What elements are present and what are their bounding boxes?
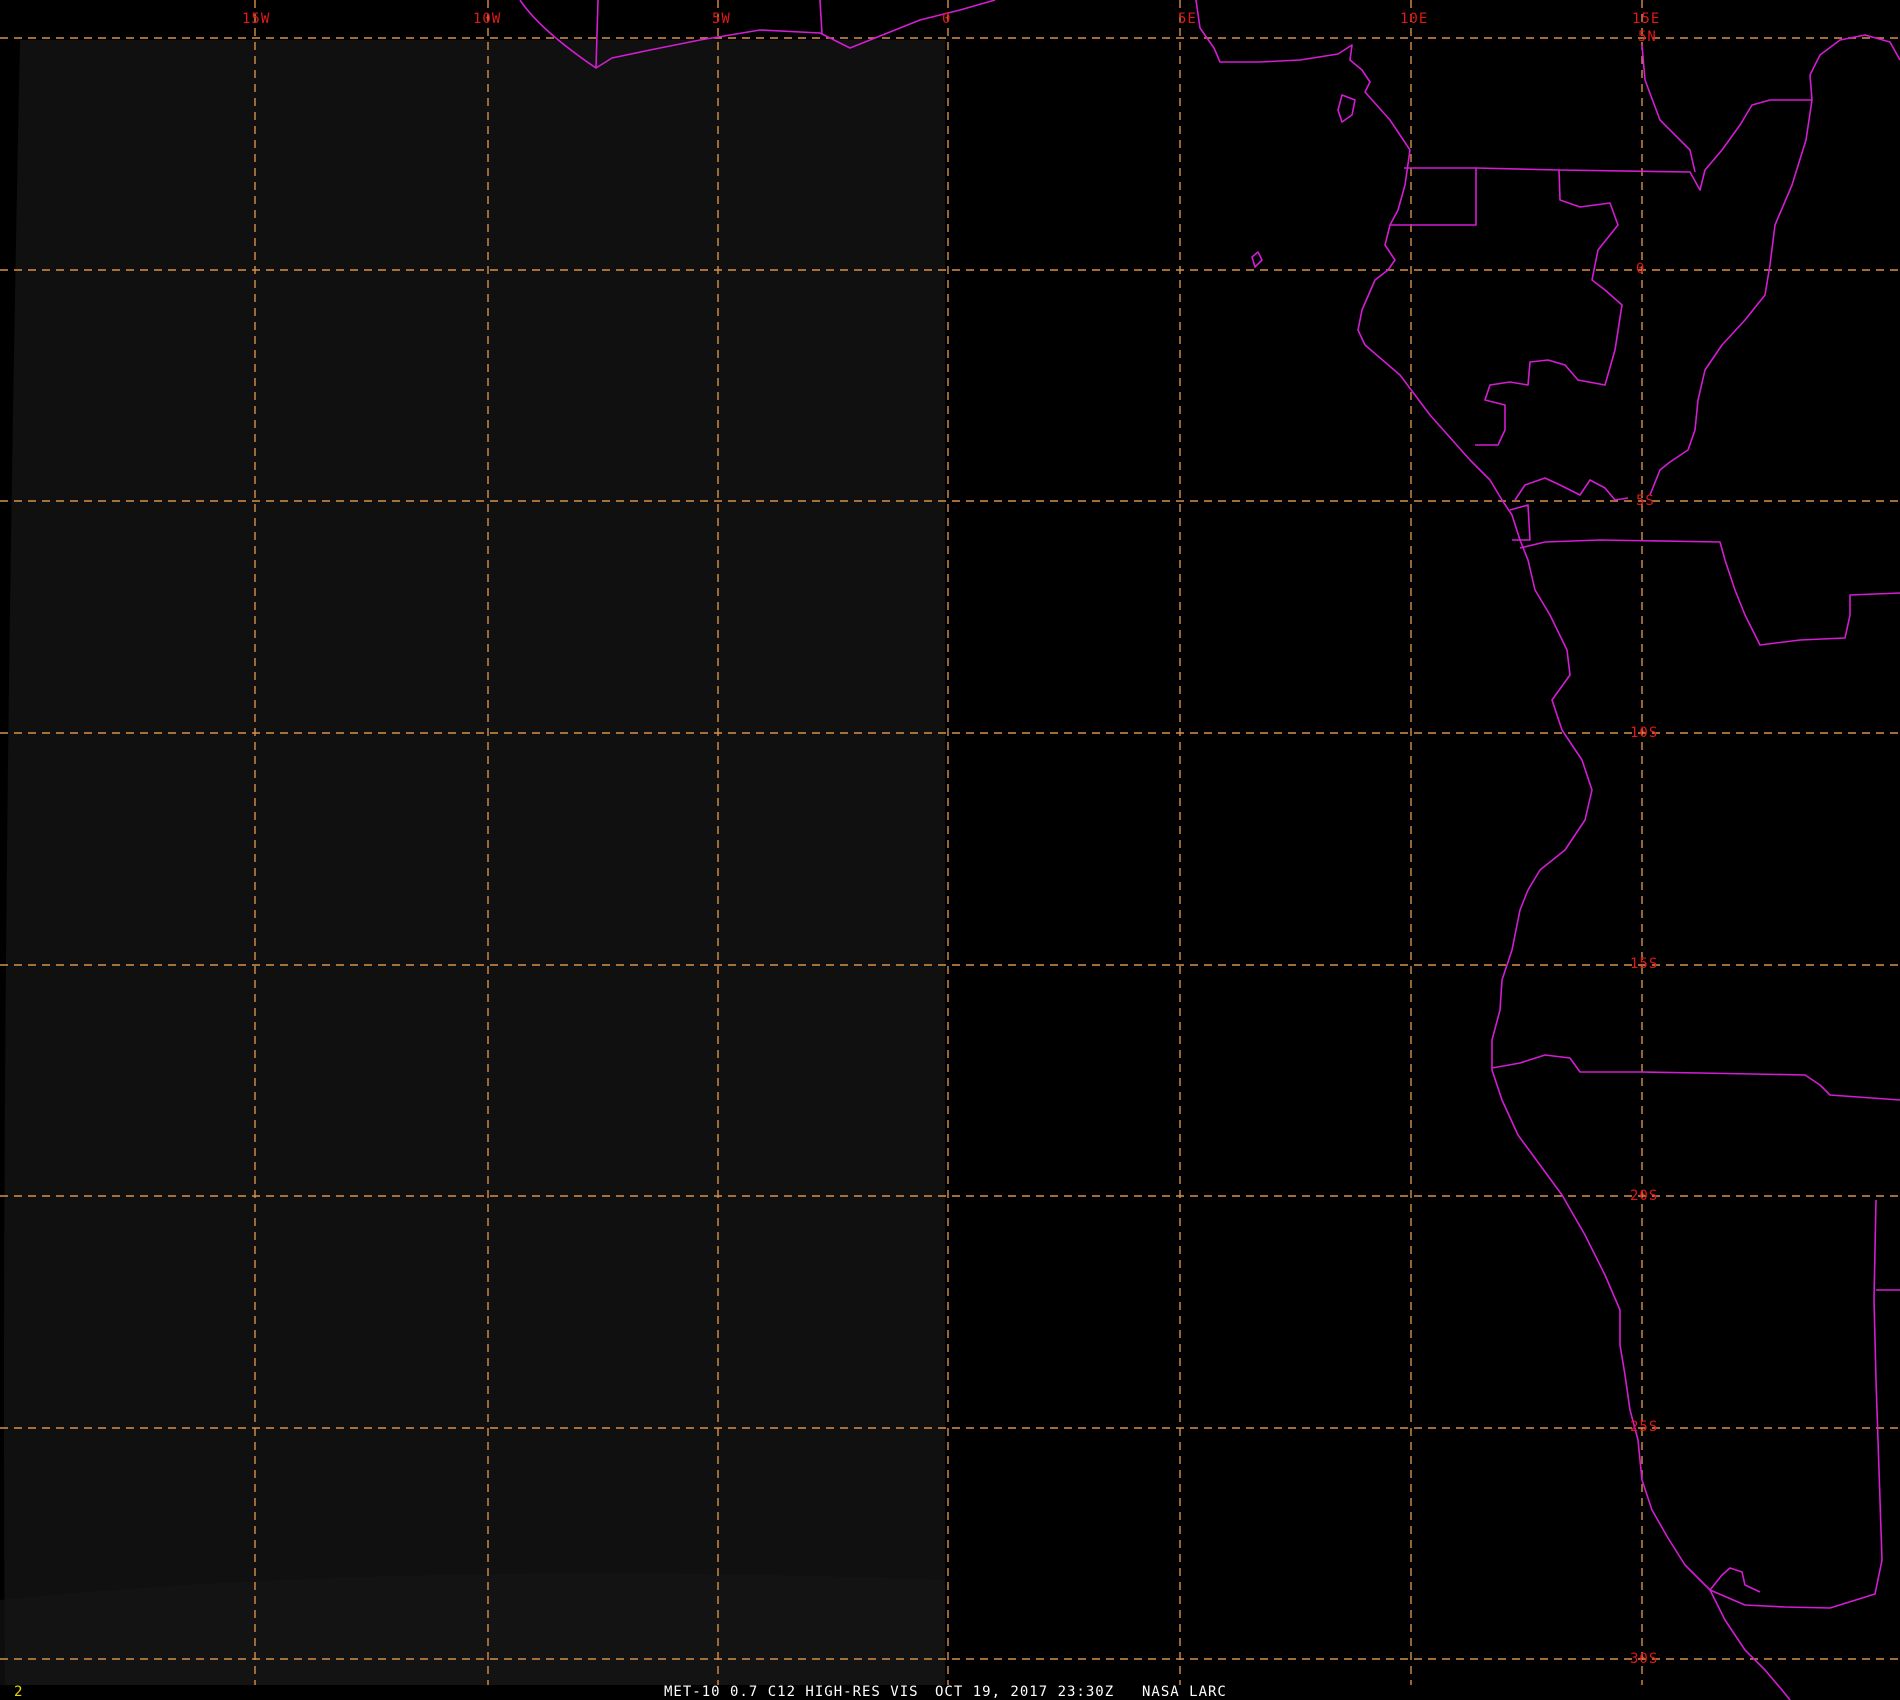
lat-label-15s: 15S <box>1630 956 1658 972</box>
lat-label-5n: 5N <box>1638 29 1657 45</box>
earth-disk-lower-shade <box>0 1573 945 1685</box>
lon-label-10w: 10W <box>473 11 501 27</box>
lat-label-25s: 25S <box>1630 1419 1658 1435</box>
lon-label-10e: 10E <box>1400 11 1428 27</box>
lat-label-10s: 10S <box>1630 725 1658 741</box>
source-label: NASA LARC <box>1142 1684 1227 1700</box>
lat-label-30s: 30S <box>1630 1651 1658 1667</box>
sensor-label: MET-10 0.7 C12 HIGH-RES VIS <box>664 1684 919 1700</box>
lon-label-15w: 15W <box>242 11 270 27</box>
lon-label-5e: 5E <box>1178 11 1197 27</box>
lon-label-5w: 5W <box>712 11 731 27</box>
lon-label-15e: 15E <box>1632 11 1660 27</box>
frame-number: 2 <box>14 1684 23 1700</box>
lat-label-0: 0 <box>1636 261 1645 277</box>
satellite-map: 15W 10W 5W 0 5E 10E 15E 5N 0 5S 10S 15S … <box>0 0 1900 1700</box>
lat-label-20s: 20S <box>1630 1188 1658 1204</box>
datetime-label: OCT 19, 2017 23:30Z <box>935 1684 1114 1700</box>
earth-disk-shade <box>4 40 945 1685</box>
lon-label-0: 0 <box>942 11 951 27</box>
lat-label-5s: 5S <box>1636 493 1655 509</box>
